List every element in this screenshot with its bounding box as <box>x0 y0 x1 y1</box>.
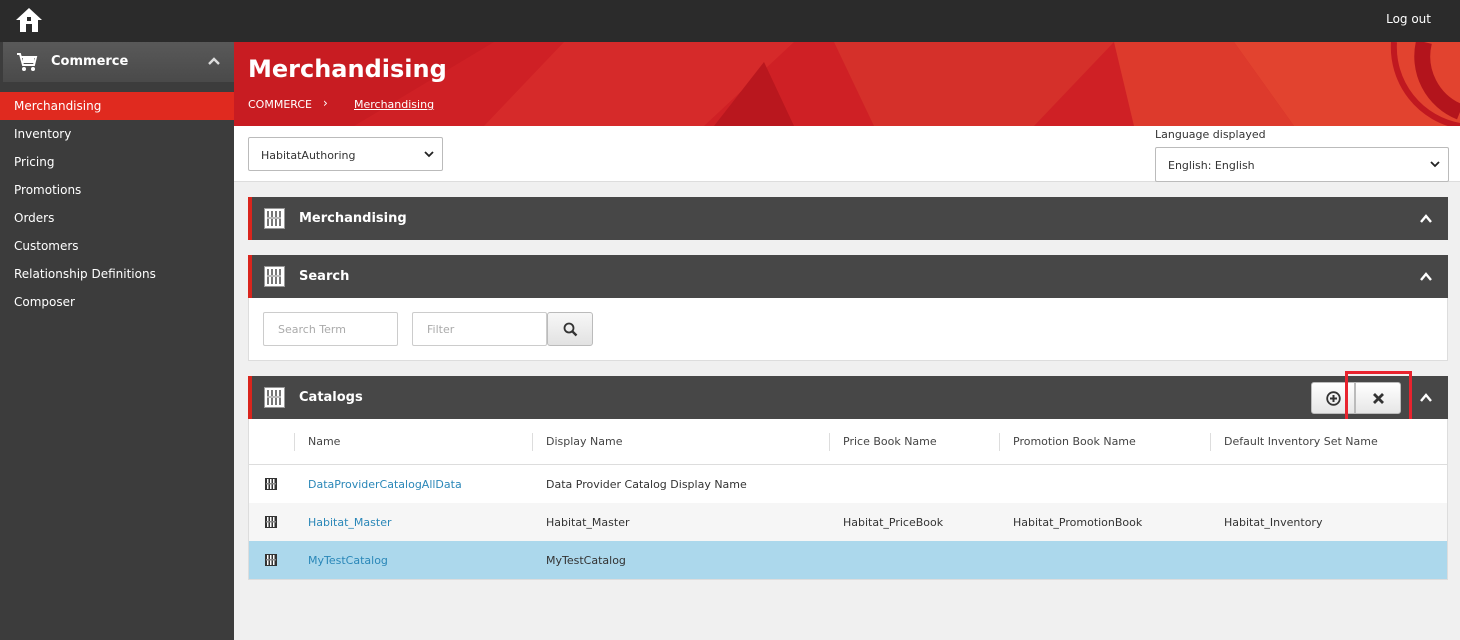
sidebar-item-orders[interactable]: Orders <box>0 204 234 232</box>
row-display-name: Data Provider Catalog Display Name <box>546 478 747 491</box>
table-header: Name Display Name Price Book Name Promot… <box>249 419 1447 465</box>
language-select-value: English: English <box>1168 159 1255 172</box>
column-header-name[interactable]: Name <box>308 435 340 448</box>
breadcrumb-root[interactable]: COMMERCE <box>248 98 312 111</box>
row-name-link[interactable]: DataProviderCatalogAllData <box>308 478 462 491</box>
delete-button-highlight <box>1345 371 1412 425</box>
catalog-row-icon <box>265 554 277 566</box>
chevron-down-icon <box>1430 161 1440 168</box>
logout-link[interactable]: Log out <box>1386 12 1431 26</box>
sidebar-header-commerce[interactable]: Commerce <box>3 42 234 82</box>
catalog-icon <box>264 387 285 408</box>
row-price-book: Habitat_PriceBook <box>843 516 944 529</box>
row-name-link[interactable]: MyTestCatalog <box>308 554 388 567</box>
sidebar-item-merchandising[interactable]: Merchandising <box>0 92 234 120</box>
sidebar-item-customers[interactable]: Customers <box>0 232 234 260</box>
toolbar: HabitatAuthoring Language displayed Engl… <box>234 126 1460 182</box>
search-button[interactable] <box>547 312 593 346</box>
cart-icon <box>17 53 38 71</box>
plus-circle-icon <box>1326 391 1341 406</box>
row-inventory-set: Habitat_Inventory <box>1224 516 1323 529</box>
search-icon <box>563 322 578 337</box>
sidebar-item-promotions[interactable]: Promotions <box>0 176 234 204</box>
breadcrumb-current[interactable]: Merchandising <box>354 98 434 111</box>
environment-select[interactable]: HabitatAuthoring <box>248 137 443 171</box>
top-bar: Log out <box>0 0 1460 42</box>
page-title: Merchandising <box>248 55 447 83</box>
chevron-up-icon[interactable] <box>1420 272 1432 281</box>
column-divider <box>1210 433 1211 451</box>
search-panel-body <box>248 298 1448 361</box>
language-select[interactable]: English: English <box>1155 147 1449 182</box>
table-row[interactable]: Habitat_Master Habitat_Master Habitat_Pr… <box>249 503 1447 541</box>
sidebar-header-label: Commerce <box>51 54 129 69</box>
column-divider <box>999 433 1000 451</box>
catalogs-table: Name Display Name Price Book Name Promot… <box>248 419 1448 580</box>
breadcrumb-separator: › <box>323 96 328 110</box>
environment-select-value: HabitatAuthoring <box>261 149 356 162</box>
chevron-up-icon[interactable] <box>1420 214 1432 223</box>
sidebar: Commerce Merchandising Inventory Pricing… <box>0 42 234 640</box>
catalog-row-icon <box>265 478 277 490</box>
column-divider <box>829 433 830 451</box>
catalog-row-icon <box>265 516 277 528</box>
page-banner: Merchandising COMMERCE › Merchandising <box>234 42 1460 126</box>
filter-input[interactable] <box>412 312 547 346</box>
language-label: Language displayed <box>1155 128 1266 141</box>
catalog-icon <box>264 208 285 229</box>
chevron-up-icon[interactable] <box>208 56 220 66</box>
catalog-icon <box>264 266 285 287</box>
search-panel-header: Search <box>248 255 1448 298</box>
sidebar-nav: Merchandising Inventory Pricing Promotio… <box>0 92 234 316</box>
column-divider <box>532 433 533 451</box>
column-header-price-book-name[interactable]: Price Book Name <box>843 435 937 448</box>
row-promotion-book: Habitat_PromotionBook <box>1013 516 1143 529</box>
column-divider <box>294 433 295 451</box>
search-term-input[interactable] <box>263 312 398 346</box>
table-row-selected[interactable]: MyTestCatalog MyTestCatalog <box>249 541 1447 579</box>
search-panel-title: Search <box>299 269 350 284</box>
catalogs-panel-title: Catalogs <box>299 390 363 405</box>
sidebar-item-inventory[interactable]: Inventory <box>0 120 234 148</box>
sidebar-item-composer[interactable]: Composer <box>0 288 234 316</box>
home-icon[interactable] <box>14 6 44 34</box>
table-row[interactable]: DataProviderCatalogAllData Data Provider… <box>249 465 1447 503</box>
merchandising-panel-header: Merchandising <box>248 197 1448 240</box>
row-name-link[interactable]: Habitat_Master <box>308 516 391 529</box>
column-header-default-inventory-set-name[interactable]: Default Inventory Set Name <box>1224 435 1378 448</box>
row-display-name: MyTestCatalog <box>546 554 626 567</box>
sidebar-item-relationship-definitions[interactable]: Relationship Definitions <box>0 260 234 288</box>
chevron-down-icon <box>424 151 434 158</box>
catalogs-panel-header: Catalogs <box>248 376 1448 419</box>
merchandising-panel-title: Merchandising <box>299 211 407 226</box>
row-display-name: Habitat_Master <box>546 516 630 529</box>
column-header-promotion-book-name[interactable]: Promotion Book Name <box>1013 435 1136 448</box>
sidebar-item-pricing[interactable]: Pricing <box>0 148 234 176</box>
column-header-display-name[interactable]: Display Name <box>546 435 623 448</box>
chevron-up-icon[interactable] <box>1420 393 1432 402</box>
